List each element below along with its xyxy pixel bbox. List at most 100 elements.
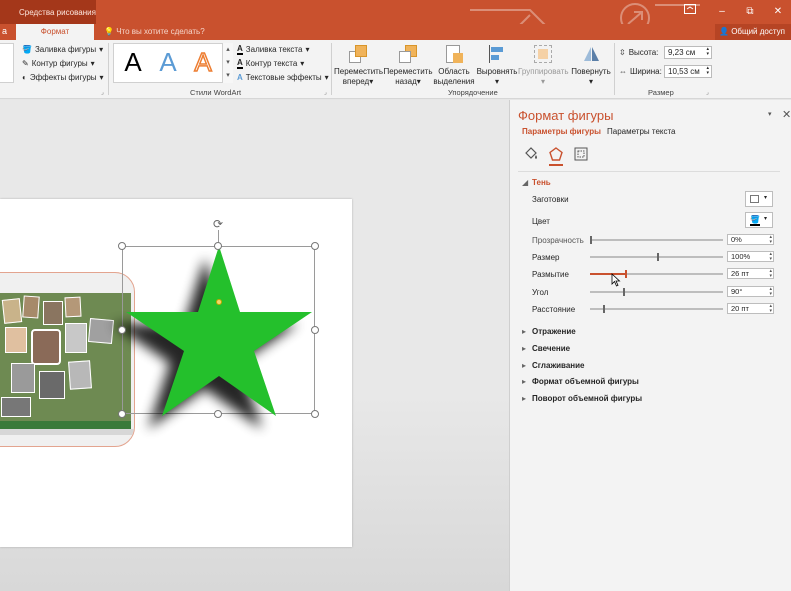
- section-reflection[interactable]: ▸ Отражение: [522, 327, 576, 336]
- section-shadow-label: Тень: [532, 178, 551, 187]
- section-3d-rotation[interactable]: ▸ Поворот объемной фигуры: [522, 394, 642, 403]
- selected-tab-indicator: [549, 164, 563, 166]
- angle-slider[interactable]: [590, 288, 723, 296]
- text-fill-button[interactable]: A Заливка текста ▾: [237, 43, 309, 56]
- share-button[interactable]: 👤 Общий доступ: [715, 24, 791, 40]
- align-button[interactable]: Выровнять ▾: [476, 43, 518, 87]
- text-outline-button[interactable]: A Контур текста ▾: [237, 57, 304, 70]
- share-label: Общий доступ: [731, 27, 785, 36]
- size-slider[interactable]: [590, 253, 723, 261]
- fill-line-icon[interactable]: [523, 146, 539, 162]
- tab-text-options[interactable]: Параметры текста: [607, 127, 676, 136]
- effects-pentagon-icon[interactable]: [548, 146, 564, 162]
- collage-image: [0, 293, 131, 429]
- height-input[interactable]: 9,23 см ▴ ▾: [664, 46, 712, 59]
- resize-handle-ne[interactable]: [311, 242, 319, 250]
- resize-handle-sw[interactable]: [118, 410, 126, 418]
- spinner-icon[interactable]: ▴ ▾: [769, 235, 772, 245]
- spinner-icon[interactable]: ▴ ▾: [706, 47, 709, 57]
- scroll-down-icon[interactable]: ▾: [223, 56, 233, 69]
- tell-me-box[interactable]: 💡 Что вы хотите сделать?: [104, 24, 205, 40]
- transparency-slider[interactable]: [590, 236, 723, 244]
- blur-input[interactable]: 26 пт ▴ ▾: [727, 268, 774, 279]
- tab-format[interactable]: Формат: [16, 24, 94, 40]
- shape-outline-button[interactable]: ✎ Контур фигуры ▾: [22, 57, 95, 70]
- resize-handle-nw[interactable]: [118, 242, 126, 250]
- gallery-scroll[interactable]: ▴ ▾ ▾: [222, 43, 233, 83]
- resize-handle-s[interactable]: [214, 410, 222, 418]
- picture-frame[interactable]: [0, 272, 135, 447]
- tab-shape-options[interactable]: Параметры фигуры: [522, 127, 601, 136]
- restore-button[interactable]: ⧉: [740, 4, 760, 20]
- shape-fill-button[interactable]: 🪣 Заливка фигуры ▾: [22, 43, 103, 56]
- dialog-launcher-icon[interactable]: ⌟: [706, 89, 709, 96]
- size-input[interactable]: 100% ▴ ▾: [727, 251, 774, 262]
- height-value: 9,23 см: [668, 48, 696, 57]
- resize-handle-se[interactable]: [311, 410, 319, 418]
- section-shadow[interactable]: ◢ Тень: [522, 178, 551, 187]
- spinner-icon[interactable]: ▴ ▾: [769, 269, 772, 279]
- spinner-icon[interactable]: ▴ ▾: [706, 66, 709, 76]
- rotation-handle-icon[interactable]: ⟳: [213, 218, 225, 230]
- width-input[interactable]: 10,53 см ▴ ▾: [664, 65, 712, 78]
- group-button[interactable]: Группировать ▾: [518, 43, 569, 87]
- minimize-button[interactable]: –: [712, 4, 732, 20]
- selection-pane-button[interactable]: Область выделения: [433, 43, 475, 87]
- slide-editing-area[interactable]: ⟳: [0, 100, 509, 591]
- expanded-triangle-icon: ◢: [522, 178, 529, 187]
- section-soft-edges[interactable]: ▸ Сглаживание: [522, 361, 585, 370]
- section-glow[interactable]: ▸ Свечение: [522, 344, 570, 353]
- bring-forward-button[interactable]: Переместить вперед▾: [334, 43, 383, 87]
- shape-effects-button[interactable]: ◐ Эффекты фигуры ▾: [22, 71, 104, 84]
- slider-thumb[interactable]: [624, 270, 627, 278]
- size-properties-icon[interactable]: [573, 146, 589, 162]
- slider-thumb[interactable]: [590, 236, 592, 244]
- scroll-up-icon[interactable]: ▴: [223, 43, 233, 56]
- shadow-color-button[interactable]: 🪣 ▾: [745, 212, 773, 228]
- text-effects-button[interactable]: A Текстовые эффекты ▾: [237, 71, 329, 84]
- spinner-icon[interactable]: ▴ ▾: [769, 304, 772, 314]
- dropdown-caret-icon: ▾: [90, 59, 95, 68]
- angle-input[interactable]: 90° ▴ ▾: [727, 286, 774, 297]
- star-shape[interactable]: [112, 246, 317, 429]
- slider-thumb[interactable]: [656, 253, 659, 261]
- distance-slider[interactable]: [590, 305, 723, 313]
- slider-thumb[interactable]: [603, 305, 606, 313]
- dialog-launcher-icon[interactable]: ⌟: [101, 89, 104, 96]
- group-divider: [108, 43, 109, 95]
- close-button[interactable]: ✕: [768, 4, 788, 20]
- shape-gallery-partial[interactable]: [0, 43, 14, 83]
- text-fill-icon: A: [237, 43, 243, 55]
- spinner-icon[interactable]: ▴ ▾: [769, 252, 772, 262]
- gallery-more-icon[interactable]: ▾: [223, 69, 233, 82]
- slide-canvas[interactable]: ⟳: [0, 199, 352, 547]
- ribbon-display-icon[interactable]: [680, 4, 700, 20]
- paint-bucket-icon: 🪣: [750, 215, 760, 224]
- pane-close-icon[interactable]: ✕: [782, 108, 791, 121]
- send-backward-button[interactable]: Переместить назад▾: [383, 43, 433, 87]
- resize-handle-w[interactable]: [118, 326, 126, 334]
- spinner-icon[interactable]: ▴ ▾: [769, 287, 772, 297]
- section-label: Формат объемной фигуры: [532, 377, 639, 386]
- dropdown-caret-icon: ▾: [99, 73, 104, 82]
- transparency-input[interactable]: 0% ▴ ▾: [727, 234, 774, 245]
- shadow-presets-button[interactable]: ▾: [745, 191, 773, 207]
- resize-handle-n[interactable]: [214, 242, 222, 250]
- dropdown-caret-icon: ▾: [588, 77, 593, 86]
- color-label: Цвет: [532, 217, 550, 226]
- wordart-sample-orange-outline[interactable]: A: [186, 46, 220, 78]
- dialog-launcher-icon[interactable]: ⌟: [324, 89, 327, 96]
- distance-input[interactable]: 20 пт ▴ ▾: [727, 303, 774, 314]
- slider-thumb[interactable]: [623, 288, 626, 296]
- rotate-button[interactable]: Повернуть ▾: [568, 43, 614, 87]
- tab-previous-partial[interactable]: а: [0, 24, 16, 40]
- wordart-sample-blue[interactable]: A: [151, 46, 185, 78]
- pane-options-icon[interactable]: ▾: [768, 110, 772, 118]
- shape-outline-label: Контур фигуры: [31, 59, 88, 68]
- resize-handle-e[interactable]: [311, 326, 319, 334]
- section-3d-format[interactable]: ▸ Формат объемной фигуры: [522, 377, 639, 386]
- angle-value: 90°: [731, 287, 743, 296]
- blur-slider[interactable]: [590, 270, 723, 278]
- section-label: Сглаживание: [532, 361, 585, 370]
- wordart-sample-black[interactable]: A: [116, 46, 150, 78]
